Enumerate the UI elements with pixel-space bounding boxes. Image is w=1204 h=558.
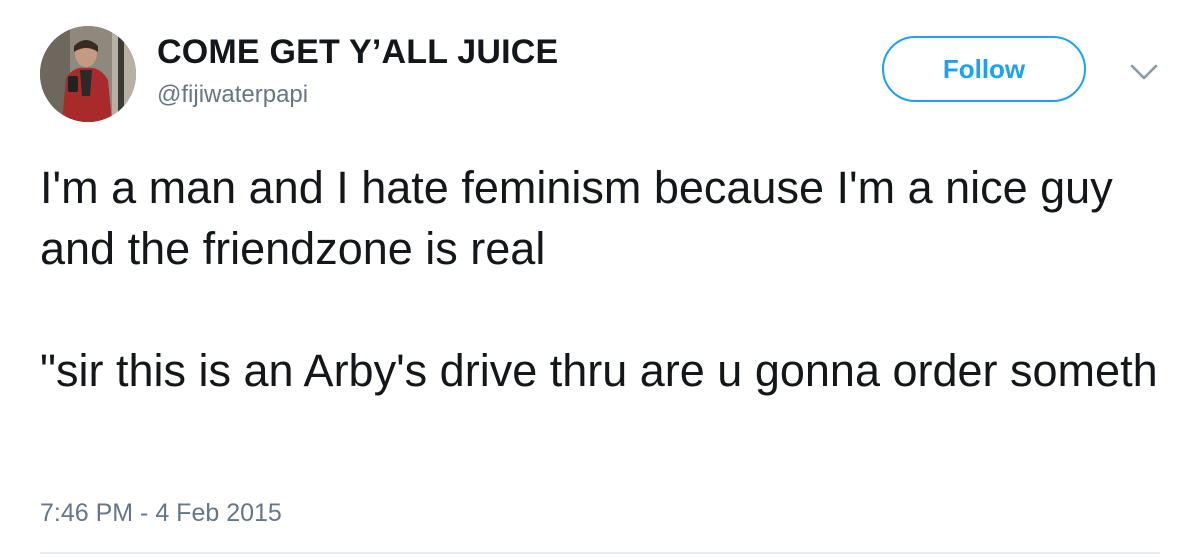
- tweet-card: COME GET Y’ALL JUICE @fijiwaterpapi Foll…: [0, 0, 1204, 558]
- tweet-timestamp[interactable]: 7:46 PM - 4 Feb 2015: [40, 499, 282, 528]
- tweet-paragraph: I'm a man and I hate feminism because I'…: [40, 162, 1113, 274]
- chevron-down-icon[interactable]: [1127, 60, 1161, 84]
- follow-button[interactable]: Follow: [882, 36, 1086, 102]
- tweet-text: I'm a man and I hate feminism because I'…: [40, 157, 1180, 401]
- avatar-photo: [40, 26, 136, 122]
- divider: [40, 552, 1160, 554]
- author-display-name[interactable]: COME GET Y’ALL JUICE: [157, 33, 558, 72]
- avatar[interactable]: [40, 26, 136, 122]
- author-handle[interactable]: @fijiwaterpapi: [157, 81, 308, 109]
- tweet-paragraph: "sir this is an Arby's drive thru are u …: [40, 345, 1158, 396]
